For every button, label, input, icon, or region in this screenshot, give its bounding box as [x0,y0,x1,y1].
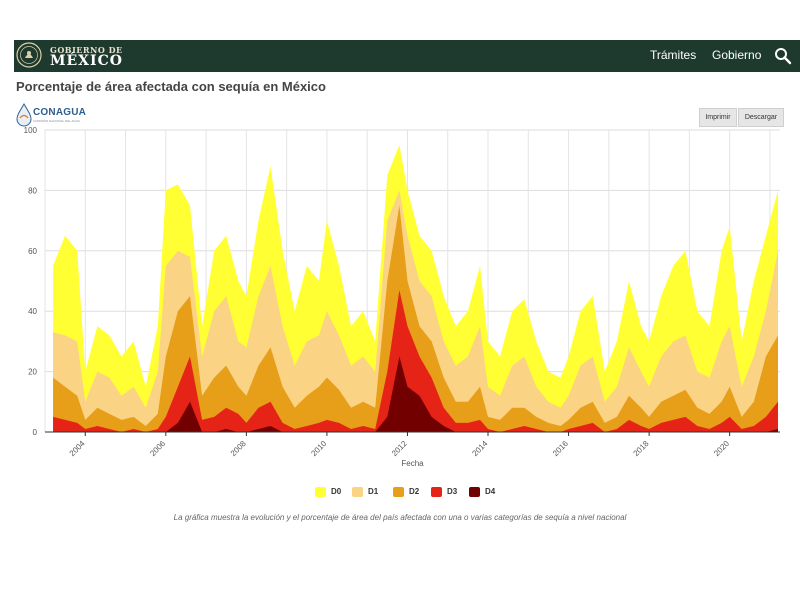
x-axis-label: Fecha [401,459,424,468]
top-navigation-bar: GOBIERNO DE MÉXICO Trámites Gobierno [14,40,800,72]
y-tick-label: 20 [28,368,37,377]
nav-tramites[interactable]: Trámites [650,48,696,62]
x-tick-label: 2006 [148,439,167,458]
y-tick-label: 80 [28,186,37,195]
chart-caption: La gráfica muestra la evolución y el por… [173,513,627,522]
legend-swatch-d4 [469,487,480,497]
legend-swatch-d0 [315,487,326,497]
x-tick-label: 2010 [309,439,328,458]
y-tick-label: 0 [33,428,38,437]
chart-legend: D0 D1 D2 D3 D4 [0,486,800,498]
legend-label-d0: D0 [331,487,342,496]
logo-big-text: MÉXICO [50,53,123,69]
legend-swatch-d1 [352,487,363,497]
x-tick-label: 2018 [632,439,651,458]
page-title: Porcentaje de área afectada con sequía e… [16,79,326,94]
search-icon[interactable] [774,47,792,65]
x-tick-label: 2020 [712,439,731,458]
legend-label-d2: D2 [409,487,420,496]
legend-swatch-d2 [393,487,404,497]
nav-gobierno[interactable]: Gobierno [712,48,761,62]
y-tick-label: 60 [28,247,37,256]
legend-swatch-d3 [431,487,442,497]
legend-label-d4: D4 [485,487,496,496]
y-tick-label: 100 [24,126,38,135]
conagua-name: CONAGUA [33,107,87,118]
x-tick-label: 2008 [229,439,248,458]
x-tick-label: 2004 [68,439,87,458]
legend-label-d1: D1 [368,487,379,496]
legend-label-d3: D3 [447,487,458,496]
x-tick-label: 2014 [470,439,489,458]
x-tick-label: 2016 [551,439,570,458]
national-seal-icon [16,42,42,68]
x-tick-label: 2012 [390,439,409,458]
gobierno-de-mexico-logo[interactable]: GOBIERNO DE MÉXICO [16,42,126,70]
y-tick-label: 40 [28,307,37,316]
drought-area-chart: 0 20 40 60 80 100 2004 2006 2008 2010 2012 2014 2016… [24,126,780,468]
